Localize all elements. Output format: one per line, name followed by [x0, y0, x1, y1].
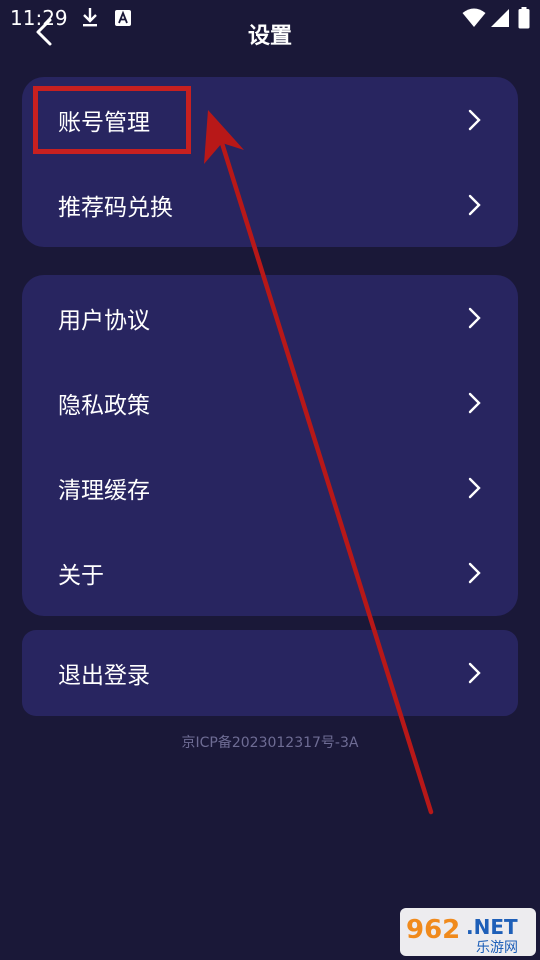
watermark-brand: 962	[406, 915, 460, 945]
watermark-suffix: .NET	[466, 915, 518, 939]
settings-screen: 11:29 设置 账号管理 推荐码兑换 用户协议 隐私政策 清理缓存 关于 退出…	[0, 0, 540, 960]
chevron-right-icon	[468, 477, 482, 499]
row-label: 清理缓存	[58, 477, 150, 504]
info-section: 用户协议 隐私政策 清理缓存 关于	[22, 275, 518, 616]
chevron-right-icon	[468, 194, 482, 216]
row-label: 隐私政策	[58, 392, 150, 419]
referral-code-row[interactable]: 推荐码兑换	[22, 162, 518, 247]
annotation-highlight-box	[33, 86, 191, 154]
icp-license-text: 京ICP备2023012317号-3A	[181, 735, 359, 751]
chevron-right-icon	[468, 392, 482, 414]
privacy-policy-row[interactable]: 隐私政策	[22, 360, 518, 445]
logout-row[interactable]: 退出登录	[22, 630, 518, 716]
row-label: 退出登录	[58, 663, 150, 689]
row-label: 用户协议	[58, 307, 150, 334]
logout-section: 退出登录	[22, 630, 518, 716]
watermark-subtitle: 乐游网	[476, 940, 518, 956]
chevron-right-icon	[468, 307, 482, 329]
clear-cache-row[interactable]: 清理缓存	[22, 445, 518, 530]
page-title: 设置	[247, 24, 292, 49]
header: 设置	[0, 0, 540, 64]
site-watermark-logo: 962 .NET 乐游网	[400, 908, 536, 956]
chevron-right-icon	[468, 662, 482, 684]
user-agreement-row[interactable]: 用户协议	[22, 275, 518, 360]
row-label: 推荐码兑换	[58, 194, 173, 221]
row-label: 关于	[58, 562, 104, 589]
chevron-right-icon	[468, 562, 482, 584]
chevron-right-icon	[468, 109, 482, 131]
about-row[interactable]: 关于	[22, 530, 518, 615]
